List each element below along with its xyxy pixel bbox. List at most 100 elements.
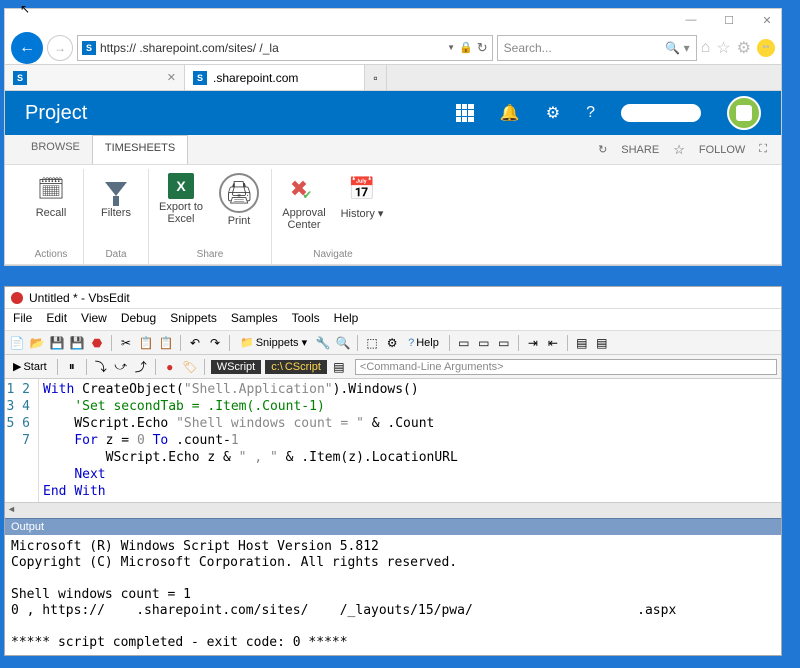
menu-help[interactable]: Help: [334, 311, 359, 328]
share-button[interactable]: SHARE: [621, 144, 659, 156]
history-button[interactable]: 📅 History ▾: [338, 169, 386, 247]
export-excel-button[interactable]: X Export to Excel: [157, 169, 205, 247]
paste-icon[interactable]: 📋: [158, 335, 174, 351]
page-title: Project: [25, 102, 456, 125]
settings-icon[interactable]: ⚙: [546, 103, 560, 123]
menu-tools[interactable]: Tools: [292, 311, 320, 328]
forward-button[interactable]: →: [47, 35, 73, 61]
approval-icon: ✖✔: [288, 173, 320, 205]
menu-snippets[interactable]: Snippets: [170, 311, 217, 328]
window-maximize-button[interactable]: ☐: [719, 10, 739, 30]
browser-search-input[interactable]: Search... 🔍 ▾: [497, 35, 697, 61]
step-out-icon[interactable]: ⤴: [133, 359, 149, 375]
follow-star-icon[interactable]: ☆: [673, 142, 685, 158]
menu-view[interactable]: View: [81, 311, 107, 328]
help-button[interactable]: ? Help: [404, 336, 443, 350]
tool-icon-1[interactable]: 🔧: [315, 335, 331, 351]
window-close-button[interactable]: ✕: [757, 10, 777, 30]
comment-icon[interactable]: ▤: [574, 335, 590, 351]
print-button[interactable]: 🖨 Print: [215, 169, 263, 247]
url-dropdown-icon[interactable]: ▼: [447, 43, 455, 52]
refresh-icon[interactable]: ↻: [477, 40, 488, 56]
home-icon[interactable]: ⌂: [701, 39, 711, 57]
tab-close-icon[interactable]: ✕: [167, 71, 176, 84]
uncomment-icon[interactable]: ▤: [594, 335, 610, 351]
tab-icon: S: [193, 71, 207, 85]
menu-debug[interactable]: Debug: [121, 311, 156, 328]
browser-tab-0[interactable]: S ✕: [5, 65, 185, 90]
code-editor[interactable]: 1 2 3 4 5 6 7 With CreateObject("Shell.A…: [5, 379, 781, 502]
ribbon-group-data: Filters Data: [84, 169, 149, 264]
horizontal-scrollbar[interactable]: [5, 502, 781, 518]
approval-center-button[interactable]: ✖✔ Approval Center: [280, 169, 328, 247]
tool-icon-3[interactable]: ⬚: [364, 335, 380, 351]
browser-tab-1[interactable]: S .sharepoint.com: [185, 65, 365, 90]
tool-icon-4[interactable]: ⚙: [384, 335, 400, 351]
approval-label: Approval Center: [280, 207, 328, 231]
ribbon-tab-timesheets[interactable]: TIMESHEETS: [92, 135, 188, 164]
history-label: History ▾: [341, 207, 384, 220]
vbsedit-window: Untitled * - VbsEdit File Edit View Debu…: [4, 286, 782, 656]
search-icon[interactable]: 🔍 ▾: [665, 41, 689, 55]
feedback-icon[interactable]: ••: [757, 39, 775, 57]
back-button[interactable]: ←: [11, 32, 43, 64]
undo-icon[interactable]: ↶: [187, 335, 203, 351]
start-button[interactable]: ▶ Start: [9, 359, 51, 374]
ribbon-tab-browse[interactable]: BROWSE: [19, 135, 92, 164]
notifications-icon[interactable]: 🔔: [500, 103, 520, 123]
step-over-icon[interactable]: ⤻: [113, 359, 129, 375]
cut-icon[interactable]: ✂: [118, 335, 134, 351]
app-launcher-icon[interactable]: [456, 104, 474, 122]
ribbon-body: 🗓 Recall Actions Filters Data X Export t…: [5, 165, 781, 265]
command-line-args-input[interactable]: <Command-Line Arguments>: [355, 359, 777, 375]
pause-icon[interactable]: ⏸: [64, 359, 80, 375]
bookmark-icon[interactable]: 🏷: [182, 359, 198, 375]
save-icon[interactable]: 💾: [49, 335, 65, 351]
redo-icon[interactable]: ↷: [207, 335, 223, 351]
filters-button[interactable]: Filters: [92, 169, 140, 247]
ribbon-tabs: BROWSE TIMESHEETS ↻ SHARE ☆ FOLLOW ⛶: [5, 135, 781, 165]
menu-file[interactable]: File: [13, 311, 32, 328]
ribbon-group-actions: 🗓 Recall Actions: [19, 169, 84, 264]
window-minimize-button[interactable]: —: [681, 10, 701, 30]
print-label: Print: [228, 215, 251, 227]
follow-button[interactable]: FOLLOW: [699, 144, 745, 156]
user-name[interactable]: [621, 104, 701, 122]
help-icon[interactable]: ?: [586, 104, 595, 122]
tool-icon-2[interactable]: 🔍: [335, 335, 351, 351]
menu-samples[interactable]: Samples: [231, 311, 278, 328]
stop-icon[interactable]: ⬣: [89, 335, 105, 351]
script-settings-icon[interactable]: ▤: [331, 359, 347, 375]
settings-gear-icon[interactable]: ⚙: [737, 38, 751, 58]
new-file-icon[interactable]: 📄: [9, 335, 25, 351]
indent-icon[interactable]: ⇥: [525, 335, 541, 351]
outdent-icon[interactable]: ⇤: [545, 335, 561, 351]
wscript-button[interactable]: WScript: [211, 360, 262, 374]
vbsedit-menubar: File Edit View Debug Snippets Samples To…: [5, 309, 781, 331]
layout-icon-3[interactable]: ▭: [496, 335, 512, 351]
save-all-icon[interactable]: 💾: [69, 335, 85, 351]
cscript-button[interactable]: c:\ CScript: [265, 360, 327, 374]
open-file-icon[interactable]: 📂: [29, 335, 45, 351]
user-avatar[interactable]: [727, 96, 761, 130]
recall-button[interactable]: 🗓 Recall: [27, 169, 75, 247]
vbsedit-title: Untitled * - VbsEdit: [29, 291, 130, 305]
output-panel-header[interactable]: Output: [5, 518, 781, 535]
snippets-dropdown[interactable]: 📁 Snippets ▾: [236, 335, 311, 350]
layout-icon-2[interactable]: ▭: [476, 335, 492, 351]
ribbon-group-navigate: ✖✔ Approval Center 📅 History ▾ Navigate: [272, 169, 394, 264]
step-into-icon[interactable]: ⤵: [93, 359, 109, 375]
menu-edit[interactable]: Edit: [46, 311, 67, 328]
code-content[interactable]: With CreateObject("Shell.Application").W…: [39, 379, 781, 502]
browser-tabstrip: S ✕ S .sharepoint.com ▫: [5, 65, 781, 91]
address-bar[interactable]: S https:// .sharepoint.com/sites/ /_la ▼…: [77, 35, 493, 61]
printer-icon: 🖨: [219, 173, 259, 213]
favorites-icon[interactable]: ☆: [716, 38, 730, 58]
breakpoint-icon[interactable]: ●: [162, 359, 178, 375]
sync-icon[interactable]: ↻: [598, 143, 607, 156]
copy-icon[interactable]: 📋: [138, 335, 154, 351]
new-tab-button[interactable]: ▫: [365, 65, 387, 90]
focus-mode-icon[interactable]: ⛶: [759, 143, 767, 156]
layout-icon-1[interactable]: ▭: [456, 335, 472, 351]
export-label: Export to Excel: [157, 201, 205, 225]
